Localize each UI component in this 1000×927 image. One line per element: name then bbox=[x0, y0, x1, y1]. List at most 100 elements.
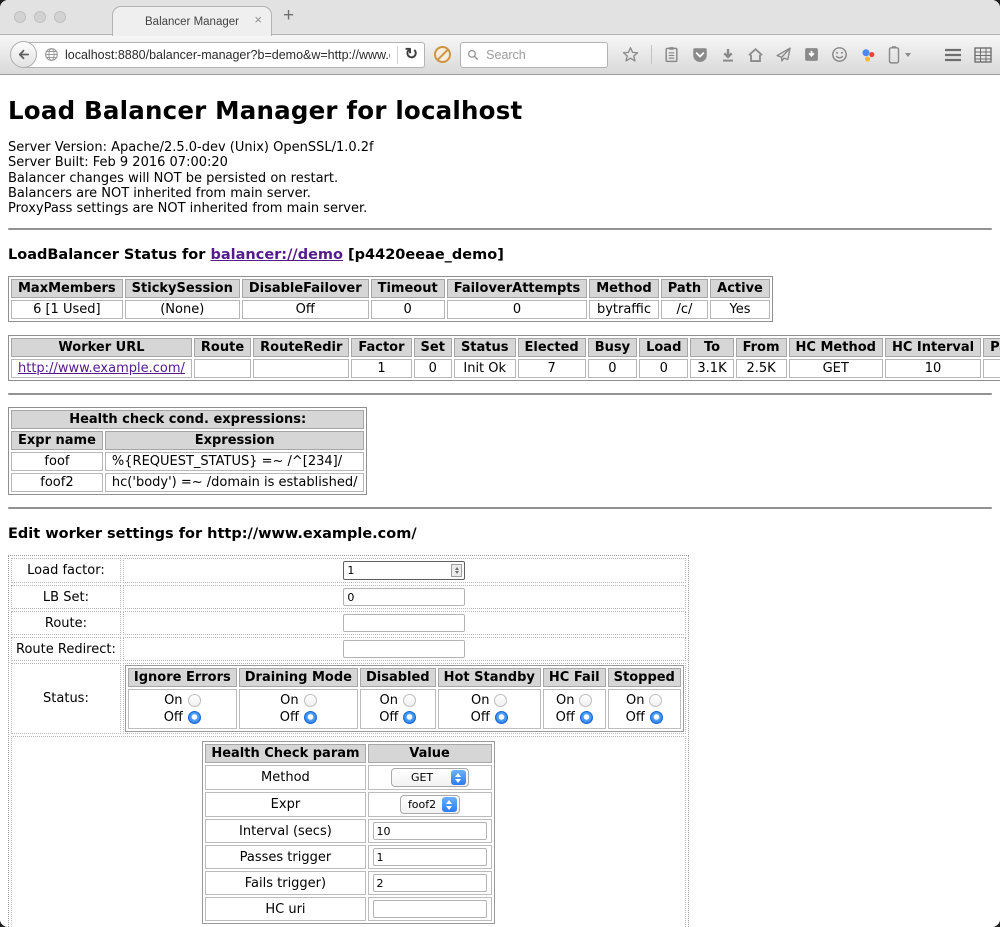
route-input[interactable] bbox=[343, 614, 465, 632]
hc-uri-input[interactable] bbox=[373, 900, 487, 918]
bookmark-star-icon[interactable] bbox=[621, 45, 640, 64]
tiles-grid-icon[interactable] bbox=[974, 47, 992, 63]
table-row: Method GET bbox=[205, 765, 491, 790]
header-cell: Expression bbox=[105, 431, 365, 450]
toolbar-icons bbox=[621, 45, 911, 64]
back-arrow-icon bbox=[16, 47, 31, 62]
header-cell: Disabled bbox=[360, 668, 436, 687]
form-row-health-check: Health Check param Value Method GET Expr bbox=[11, 736, 686, 927]
data-cell: /c/ bbox=[661, 300, 708, 319]
off-label: Off bbox=[556, 709, 575, 726]
search-bar[interactable] bbox=[460, 42, 608, 68]
url-bar[interactable]: localhost :8880/balancer-manager?b=demo&… bbox=[23, 42, 425, 68]
save-page-icon[interactable] bbox=[803, 46, 820, 63]
data-cell: GET bbox=[789, 359, 883, 378]
search-icon bbox=[467, 48, 479, 62]
on-label: On bbox=[626, 692, 644, 709]
passes-input[interactable] bbox=[373, 848, 487, 866]
expr-select-value: foof2 bbox=[403, 798, 442, 811]
new-tab-button[interactable]: + bbox=[283, 5, 294, 27]
window-close-button[interactable] bbox=[14, 11, 26, 23]
window-controls bbox=[14, 11, 66, 23]
radio-off-ignore-errors[interactable] bbox=[188, 711, 201, 724]
worker-url-link[interactable]: http://www.example.com/ bbox=[18, 361, 185, 376]
load-factor-stepper bbox=[343, 561, 465, 580]
radio-on-draining-mode[interactable] bbox=[304, 694, 317, 707]
adblock-icon[interactable] bbox=[434, 46, 451, 63]
home-icon[interactable] bbox=[747, 46, 764, 63]
hamburger-menu-icon[interactable] bbox=[944, 48, 962, 62]
select-stepper-icon bbox=[451, 770, 466, 785]
number-spinner-icon[interactable] bbox=[451, 564, 462, 577]
header-cell: RouteRedir bbox=[253, 338, 349, 357]
method-select[interactable]: GET bbox=[391, 768, 469, 787]
colored-dots-extension-icon[interactable] bbox=[859, 46, 877, 64]
radio-off-hc-fail[interactable] bbox=[580, 711, 593, 724]
radio-on-hot-standby[interactable] bbox=[494, 694, 507, 707]
route-redirect-input[interactable] bbox=[343, 640, 465, 658]
tab-title: Balancer Manager bbox=[145, 16, 239, 28]
header-cell: StickySession bbox=[125, 279, 240, 298]
search-input[interactable] bbox=[484, 47, 601, 63]
load-factor-label: Load factor: bbox=[11, 558, 121, 583]
load-factor-input[interactable] bbox=[343, 561, 465, 580]
heading-prefix: LoadBalancer Status for bbox=[8, 247, 210, 263]
form-row-status: Status: Ignore Errors Draining Mode Disa… bbox=[11, 663, 686, 734]
feedback-smiley-icon[interactable] bbox=[831, 46, 848, 63]
info-line: Balancer changes will NOT be persisted o… bbox=[8, 171, 992, 186]
table-header-row: Health check cond. expressions: bbox=[11, 410, 364, 429]
chevron-down-icon[interactable] bbox=[905, 53, 911, 57]
balancer-demo-link[interactable]: balancer://demo bbox=[210, 247, 343, 263]
route-label: Route: bbox=[11, 611, 121, 635]
table-row: http://www.example.com/ 1 0 Init Ok 7 0 … bbox=[11, 359, 1000, 378]
window-zoom-button[interactable] bbox=[54, 11, 66, 23]
separator bbox=[8, 507, 992, 509]
page-content: Load Balancer Manager for localhost Serv… bbox=[0, 75, 1000, 927]
form-row-route-redirect: Route Redirect: bbox=[11, 637, 686, 661]
radio-on-disabled[interactable] bbox=[403, 694, 416, 707]
header-cell: HC Interval bbox=[885, 338, 981, 357]
radio-off-draining-mode[interactable] bbox=[304, 711, 317, 724]
header-cell: Active bbox=[710, 279, 770, 298]
tab-close-icon[interactable]: × bbox=[254, 13, 262, 26]
interval-cell bbox=[368, 819, 492, 843]
header-cell: Route bbox=[194, 338, 251, 357]
window-minimize-button[interactable] bbox=[34, 11, 46, 23]
table-row: Passes trigger bbox=[205, 845, 491, 869]
device-battery-icon[interactable] bbox=[888, 46, 900, 64]
radio-on-stopped[interactable] bbox=[649, 694, 662, 707]
radio-off-hot-standby[interactable] bbox=[495, 711, 508, 724]
bookmarks-clipboard-icon[interactable] bbox=[663, 46, 680, 63]
table-header-row: Health Check param Value bbox=[205, 744, 491, 763]
status-cell-draining-mode: On Off bbox=[239, 689, 358, 729]
data-cell: 0 bbox=[588, 359, 637, 378]
lb-set-input[interactable] bbox=[343, 588, 465, 606]
tab-balancer-manager[interactable]: Balancer Manager × bbox=[112, 6, 272, 36]
radio-off-stopped[interactable] bbox=[650, 711, 663, 724]
form-value-cell: Ignore Errors Draining Mode Disabled Hot… bbox=[123, 663, 686, 734]
interval-input[interactable] bbox=[373, 822, 487, 840]
header-cell: Stopped bbox=[608, 668, 681, 687]
data-cell: foof bbox=[11, 452, 103, 471]
heading-suffix: [p4420eeae_demo] bbox=[343, 247, 504, 263]
data-cell bbox=[194, 359, 251, 378]
radio-on-ignore-errors[interactable] bbox=[188, 694, 201, 707]
back-button[interactable] bbox=[10, 41, 37, 68]
reload-icon[interactable]: ↻ bbox=[405, 47, 418, 63]
status-cell-ignore-errors: On Off bbox=[128, 689, 237, 729]
header-cell: Elected bbox=[518, 338, 586, 357]
pocket-icon[interactable] bbox=[691, 46, 709, 64]
edit-worker-form: Load factor: LB Set: Route: Route Redire… bbox=[8, 555, 689, 927]
downloads-icon[interactable] bbox=[720, 47, 736, 63]
fails-input[interactable] bbox=[373, 874, 487, 892]
lb-set-label: LB Set: bbox=[11, 585, 121, 609]
send-icon[interactable] bbox=[775, 46, 792, 63]
header-cell: From bbox=[736, 338, 787, 357]
on-label: On bbox=[380, 692, 398, 709]
browser-window: Balancer Manager × + localhost :8880/bal… bbox=[0, 0, 1000, 927]
radio-on-hc-fail[interactable] bbox=[579, 694, 592, 707]
globe-icon[interactable] bbox=[44, 47, 59, 62]
expr-select[interactable]: foof2 bbox=[400, 795, 460, 814]
expr-label: Expr bbox=[205, 792, 365, 817]
radio-off-disabled[interactable] bbox=[403, 711, 416, 724]
